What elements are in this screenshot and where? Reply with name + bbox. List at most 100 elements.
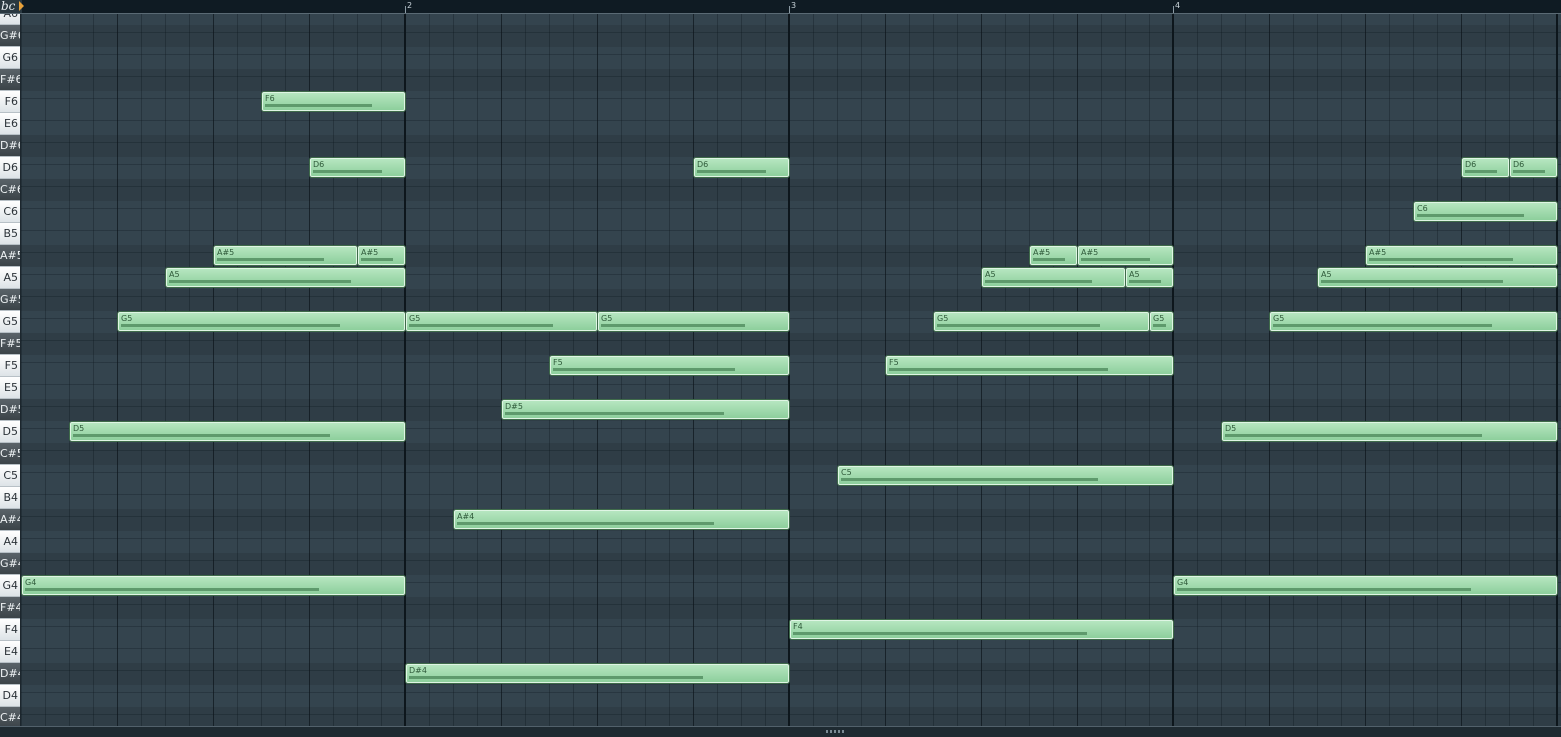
note-block[interactable]: F6	[262, 92, 405, 111]
piano-key[interactable]: G6	[0, 47, 20, 69]
note-block[interactable]: G5	[598, 312, 789, 331]
note-velocity-bar	[505, 412, 725, 415]
piano-key[interactable]: A5	[0, 267, 20, 289]
note-block[interactable]: A5	[982, 268, 1125, 287]
piano-key[interactable]: E4	[0, 641, 20, 663]
note-label: G4	[1177, 578, 1189, 587]
piano-key[interactable]: C#6	[0, 179, 20, 201]
piano-keyboard[interactable]: A6G#6G6F#6F6E6D#6D6C#6C6B5A#5A5G#5G5F#5F…	[0, 14, 21, 726]
piano-key[interactable]: A4	[0, 531, 20, 553]
note-block[interactable]: D6	[1462, 158, 1509, 177]
piano-roll-corner[interactable]: bc	[0, 0, 24, 13]
piano-key[interactable]: E6	[0, 113, 20, 135]
piano-key[interactable]: D#5	[0, 399, 20, 421]
note-velocity-bar	[73, 434, 330, 437]
piano-key[interactable]: A#5	[0, 245, 20, 267]
piano-key[interactable]: F6	[0, 91, 20, 113]
bar-line	[1556, 14, 1558, 726]
black-key-row	[21, 443, 1561, 465]
note-block[interactable]: D6	[310, 158, 405, 177]
piano-key[interactable]: A#4	[0, 509, 20, 531]
piano-key[interactable]: D4	[0, 685, 20, 707]
piano-key[interactable]: G#6	[0, 25, 20, 47]
note-block[interactable]: A#5	[1078, 246, 1173, 265]
piano-key[interactable]: G4	[0, 575, 20, 597]
beat-line	[1269, 14, 1270, 726]
note-block[interactable]: G4	[1174, 576, 1557, 595]
piano-key[interactable]: F#4	[0, 597, 20, 619]
note-label: C6	[1417, 204, 1428, 213]
note-label: F5	[889, 358, 899, 367]
piano-key[interactable]: G#5	[0, 289, 20, 311]
piano-key[interactable]: D6	[0, 157, 20, 179]
piano-key[interactable]: A6	[0, 14, 20, 25]
bar-number-label: 4	[1175, 1, 1181, 10]
note-block[interactable]: G5	[118, 312, 405, 331]
playhead-marker-icon[interactable]	[19, 1, 24, 11]
note-block[interactable]: G5	[1270, 312, 1557, 331]
piano-key[interactable]: F5	[0, 355, 20, 377]
note-block[interactable]: G5	[934, 312, 1149, 331]
piano-key[interactable]: D#6	[0, 135, 20, 157]
note-velocity-bar	[1465, 170, 1497, 173]
note-velocity-bar	[1225, 434, 1482, 437]
note-velocity-bar	[1417, 214, 1524, 217]
note-block[interactable]: D6	[1510, 158, 1557, 177]
note-block[interactable]: A#5	[358, 246, 405, 265]
note-block[interactable]: G4	[22, 576, 405, 595]
horizontal-scrollbar[interactable]	[0, 726, 1561, 737]
note-label: A5	[985, 270, 996, 279]
note-block[interactable]: C6	[1414, 202, 1557, 221]
note-velocity-bar	[265, 104, 372, 107]
piano-key[interactable]: D5	[0, 421, 20, 443]
note-block[interactable]: F4	[790, 620, 1173, 639]
note-velocity-bar	[889, 368, 1109, 371]
scroll-grip-icon[interactable]	[826, 730, 846, 733]
note-block[interactable]: A#4	[454, 510, 789, 529]
note-block[interactable]: F5	[550, 356, 789, 375]
note-block[interactable]: D#4	[406, 664, 789, 683]
note-velocity-bar	[985, 280, 1092, 283]
note-grid[interactable]: G4 D5 G5 A5 A#5 A#5 D6 F6 D#4 A#4 D#5 F5 G5 G5 D6 F4 C5 F…	[21, 14, 1561, 726]
black-key-row	[21, 663, 1561, 685]
piano-key[interactable]: D#4	[0, 663, 20, 685]
piano-key[interactable]: C#5	[0, 443, 20, 465]
note-block[interactable]: D5	[70, 422, 405, 441]
note-block[interactable]: A#5	[214, 246, 357, 265]
bar-number-label: 3	[791, 1, 797, 10]
note-block[interactable]: A#5	[1366, 246, 1557, 265]
note-block[interactable]: A5	[1126, 268, 1173, 287]
piano-key[interactable]: F4	[0, 619, 20, 641]
piano-key[interactable]: B4	[0, 487, 20, 509]
piano-key[interactable]: B5	[0, 223, 20, 245]
beat-line	[213, 14, 214, 726]
note-block[interactable]: D#5	[502, 400, 789, 419]
bar-number-label: 2	[407, 1, 413, 10]
note-block[interactable]: G5	[406, 312, 597, 331]
piano-key[interactable]: F#6	[0, 69, 20, 91]
black-key-row	[21, 597, 1561, 619]
note-label: G5	[1273, 314, 1285, 323]
note-block[interactable]: A#5	[1030, 246, 1077, 265]
piano-key[interactable]: G5	[0, 311, 20, 333]
note-label: G5	[1153, 314, 1165, 323]
note-block[interactable]: A5	[166, 268, 405, 287]
note-block[interactable]: F5	[886, 356, 1173, 375]
note-block[interactable]: C5	[838, 466, 1173, 485]
beat-line	[501, 14, 502, 726]
note-label: A5	[1321, 270, 1332, 279]
note-block[interactable]: A5	[1318, 268, 1557, 287]
piano-key[interactable]: F#5	[0, 333, 20, 355]
note-block[interactable]: D6	[694, 158, 789, 177]
bar-tick	[789, 6, 790, 13]
note-velocity-bar	[1369, 258, 1514, 261]
piano-key[interactable]: E5	[0, 377, 20, 399]
piano-key[interactable]: C6	[0, 201, 20, 223]
piano-key[interactable]: C5	[0, 465, 20, 487]
note-block[interactable]: G5	[1150, 312, 1173, 331]
piano-key[interactable]: G#4	[0, 553, 20, 575]
timeline-ruler[interactable]: bc 2 3 4	[0, 0, 1561, 14]
piano-key[interactable]: C#4	[0, 707, 20, 726]
note-velocity-bar	[121, 324, 341, 327]
note-block[interactable]: D5	[1222, 422, 1557, 441]
